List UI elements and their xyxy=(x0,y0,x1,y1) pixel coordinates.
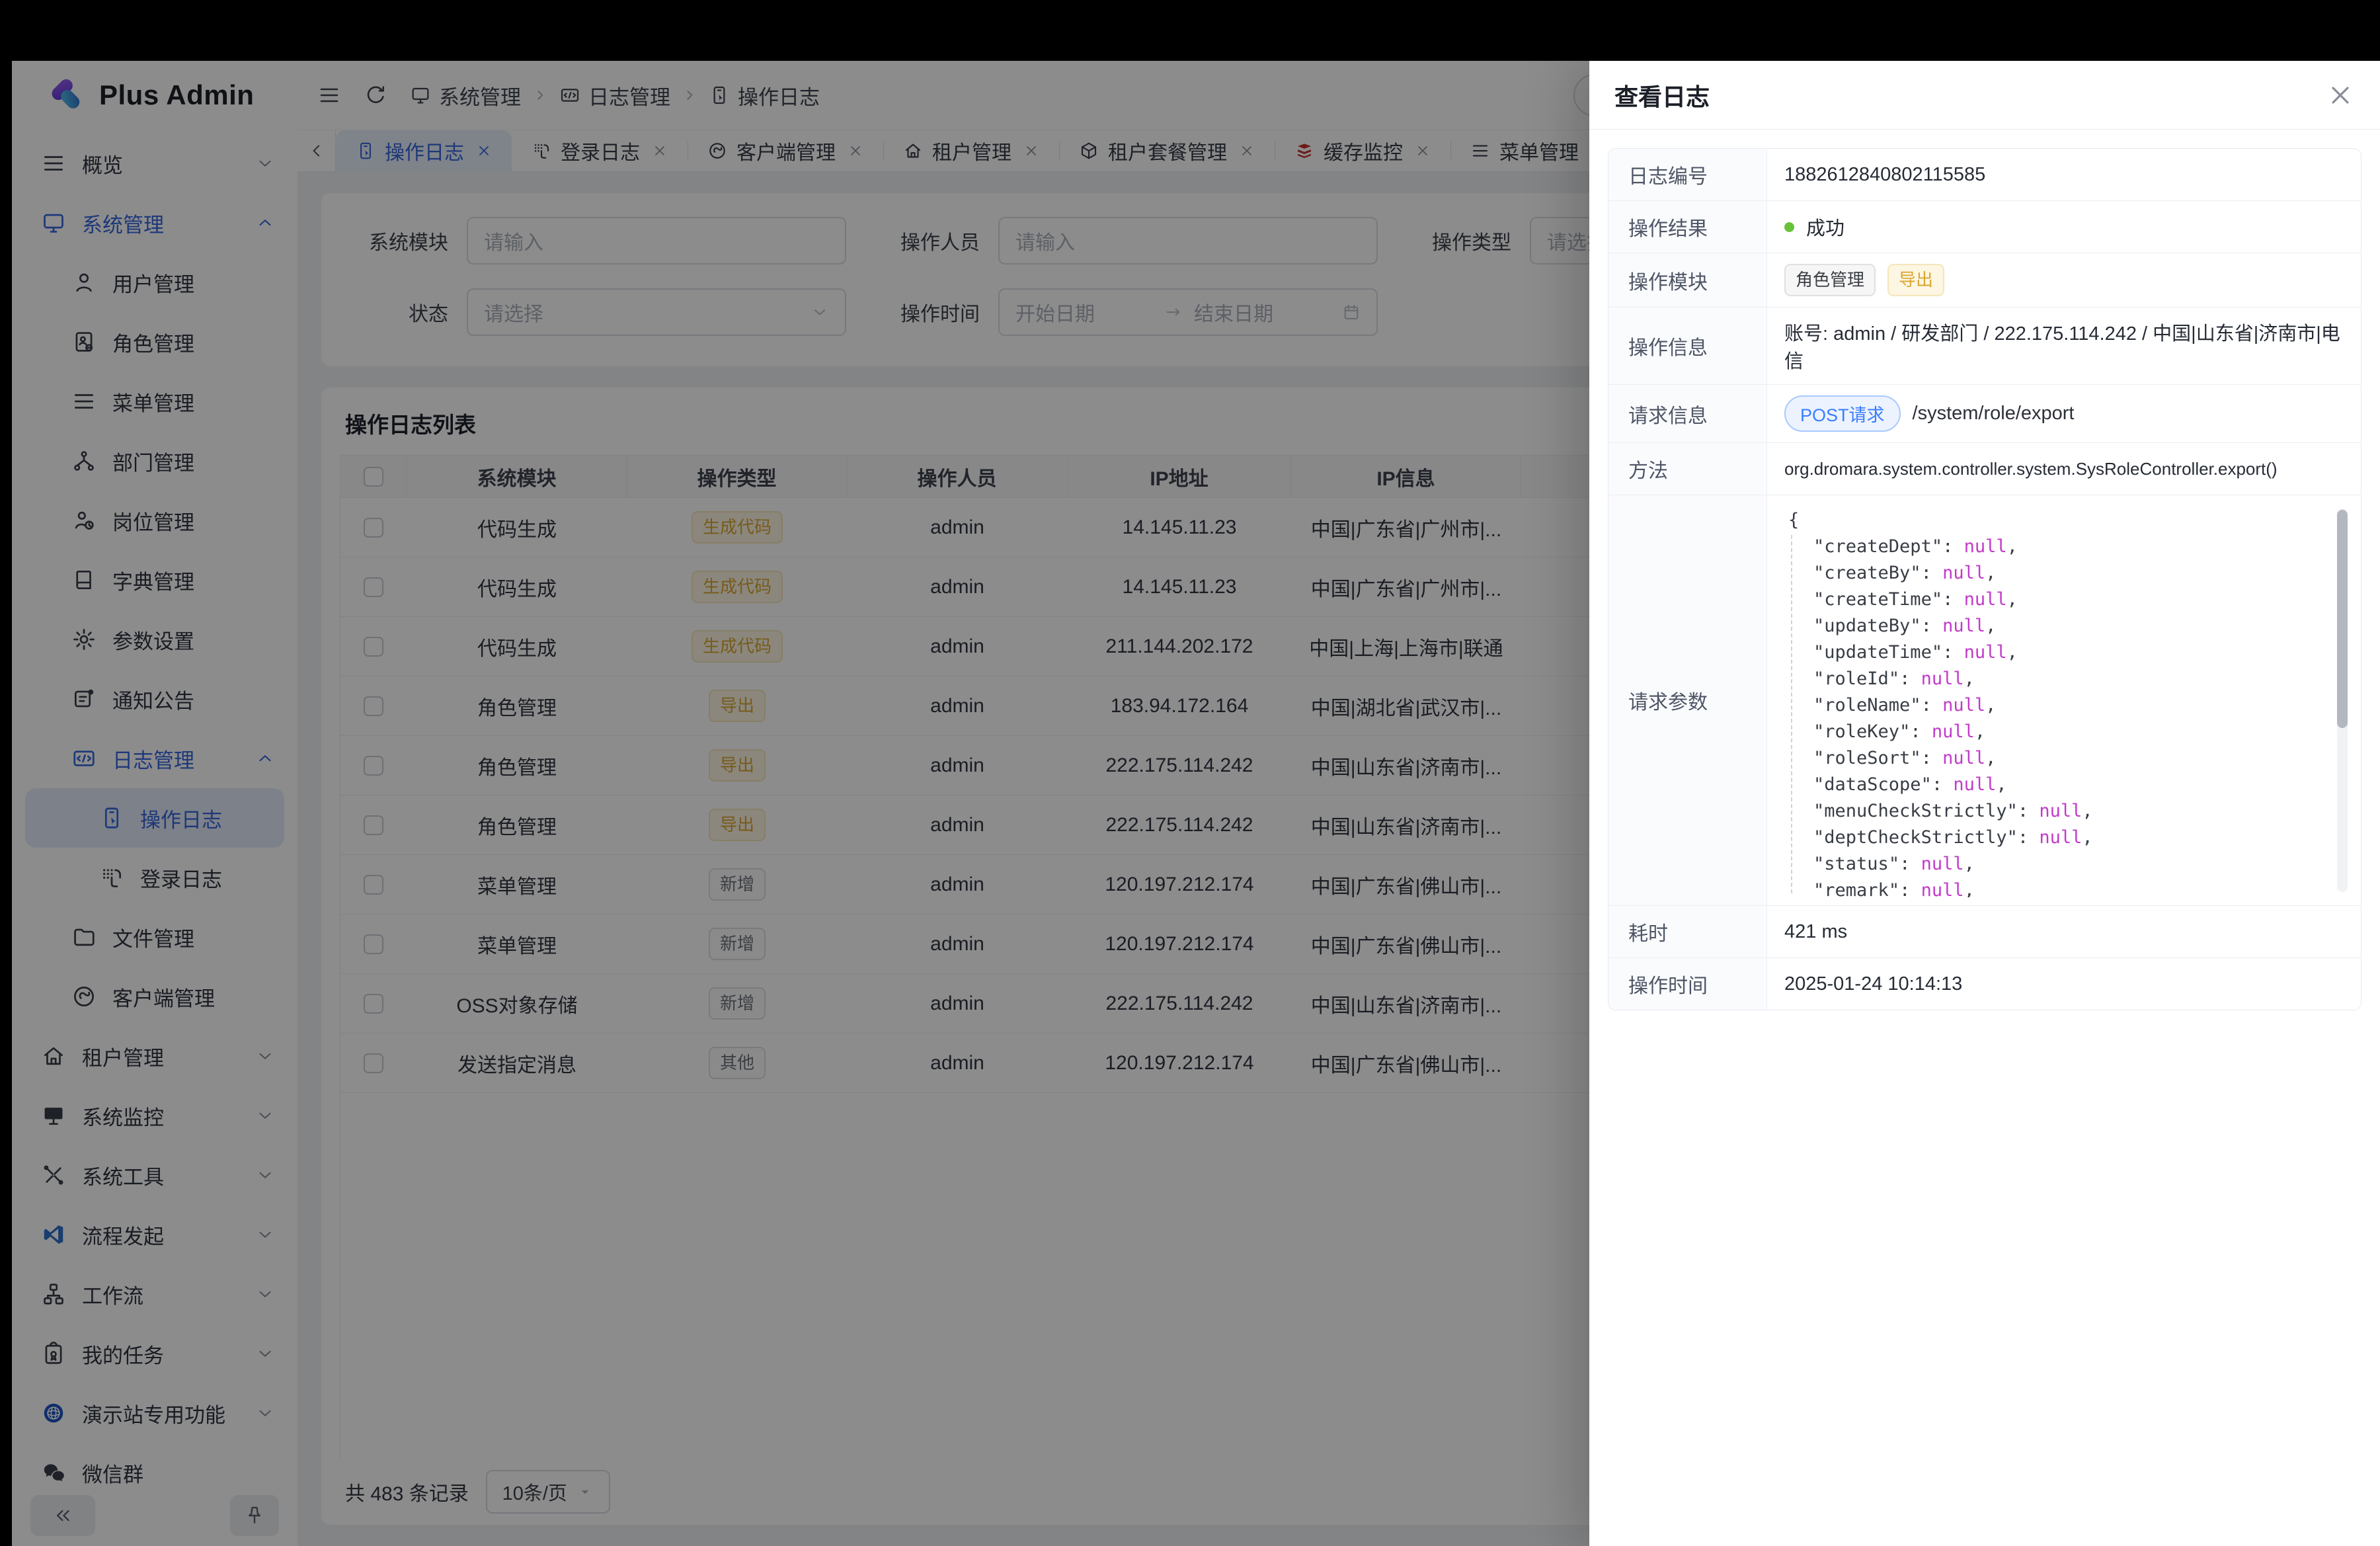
module-tags: 角色管理导出 xyxy=(1767,253,2361,307)
drawer-header: 查看日志 xyxy=(1589,61,2380,130)
log-descriptions: 日志编号 1882612840802115585 操作结果 成功 操作模块 角色… xyxy=(1608,148,2361,1010)
indent-guide xyxy=(1791,535,1792,893)
result-text: 成功 xyxy=(1806,213,1844,241)
desc-row-result: 操作结果 成功 xyxy=(1608,200,2361,253)
log-id-value: 1882612840802115585 xyxy=(1767,149,2361,200)
json-line: roleId: null, xyxy=(1779,666,2329,692)
desc-row-module: 操作模块 角色管理导出 xyxy=(1608,253,2361,307)
desc-label: 操作信息 xyxy=(1608,307,1767,384)
desc-label: 请求信息 xyxy=(1608,385,1767,442)
json-code-block[interactable]: { createDept: null,createBy: null,create… xyxy=(1776,503,2349,897)
desc-label: 请求参数 xyxy=(1608,495,1767,905)
close-icon xyxy=(2326,81,2355,110)
desc-row-log-id: 日志编号 1882612840802115585 xyxy=(1608,149,2361,200)
json-line: createBy: null, xyxy=(1779,560,2329,587)
module-tag: 导出 xyxy=(1887,264,1944,296)
json-line: roleName: null, xyxy=(1779,692,2329,719)
desc-row-request: 请求信息 POST请求 /system/role/export xyxy=(1608,384,2361,442)
drawer-body: 日志编号 1882612840802115585 操作结果 成功 操作模块 角色… xyxy=(1589,130,2380,1546)
desc-label: 操作模块 xyxy=(1608,253,1767,307)
json-line: updateBy: null, xyxy=(1779,613,2329,639)
json-line: remark: null, xyxy=(1779,877,2329,897)
json-line: menuCheckStrictly: null, xyxy=(1779,798,2329,825)
desc-row-duration: 耗时 421 ms xyxy=(1608,905,2361,957)
json-line: createTime: null, xyxy=(1779,587,2329,613)
result-value: 成功 xyxy=(1767,201,2361,253)
module-tag: 角色管理 xyxy=(1784,264,1876,296)
desc-label: 日志编号 xyxy=(1608,149,1767,200)
post-method-tag: POST请求 xyxy=(1784,395,1901,432)
desc-row-params: 请求参数 { createDept: null,createBy: null,c… xyxy=(1608,495,2361,905)
json-line: createDept: null, xyxy=(1779,534,2329,560)
json-line: dataScope: null, xyxy=(1779,772,2329,798)
json-line: roleSort: null, xyxy=(1779,745,2329,772)
desc-row-method: 方法 org.dromara.system.controller.system.… xyxy=(1608,442,2361,495)
desc-label: 操作时间 xyxy=(1608,958,1767,1010)
view-log-drawer: 查看日志 日志编号 1882612840802115585 操作结果 成功 操作… xyxy=(1589,61,2380,1546)
json-line: updateTime: null, xyxy=(1779,639,2329,666)
request-path: /system/role/export xyxy=(1913,403,2075,425)
op-time-value: 2025-01-24 10:14:13 xyxy=(1767,958,2361,1010)
desc-label: 操作结果 xyxy=(1608,201,1767,253)
desc-label: 方法 xyxy=(1608,443,1767,495)
params-value: { createDept: null,createBy: null,create… xyxy=(1767,495,2361,905)
desc-row-op-info: 操作信息 账号: admin / 研发部门 / 222.175.114.242 … xyxy=(1608,307,2361,384)
desc-row-op-time: 操作时间 2025-01-24 10:14:13 xyxy=(1608,957,2361,1010)
scrollbar-thumb[interactable] xyxy=(2337,510,2348,728)
json-lines: createDept: null,createBy: null,createTi… xyxy=(1779,534,2329,897)
duration-value: 421 ms xyxy=(1767,906,2361,957)
json-line: status: null, xyxy=(1779,851,2329,877)
method-value: org.dromara.system.controller.system.Sys… xyxy=(1767,443,2361,495)
drawer-close-button[interactable] xyxy=(2326,81,2355,110)
json-line: roleKey: null, xyxy=(1779,719,2329,745)
success-dot-icon xyxy=(1784,222,1794,232)
op-info-value: 账号: admin / 研发部门 / 222.175.114.242 / 中国|… xyxy=(1767,307,2361,384)
json-line: deptCheckStrictly: null, xyxy=(1779,825,2329,851)
desc-label: 耗时 xyxy=(1608,906,1767,957)
json-line: { xyxy=(1779,507,2329,534)
request-value: POST请求 /system/role/export xyxy=(1767,385,2361,442)
drawer-title: 查看日志 xyxy=(1614,78,1710,112)
